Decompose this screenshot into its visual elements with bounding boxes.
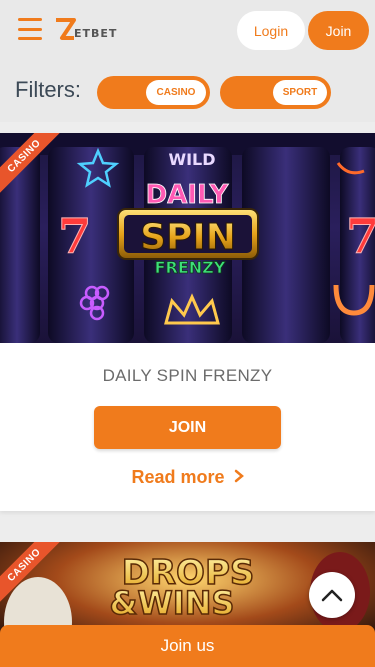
logo-z-icon <box>56 18 76 40</box>
join-us-bar-button[interactable]: Join us <box>0 625 375 667</box>
filter-casino-label: CASINO <box>146 80 206 105</box>
banner2-title-wins: &WINS <box>110 584 235 622</box>
promotion-card: 7 7 DAILY SPIN FRENZY WILD CASINO DAILY … <box>0 133 375 511</box>
slot-reels-illustration: 7 7 DAILY SPIN FRENZY WILD <box>0 133 375 343</box>
banner-title-daily: DAILY <box>146 180 230 210</box>
chevron-up-icon <box>321 589 343 602</box>
read-more-label: Read more <box>131 467 225 487</box>
logo-text: ETBET <box>74 26 118 40</box>
filters-label: Filters: <box>15 77 81 102</box>
svg-text:7: 7 <box>58 209 91 265</box>
login-button[interactable]: Login <box>237 11 305 50</box>
filter-sport-toggle[interactable]: SPORT <box>220 76 331 109</box>
filter-sport-label: SPORT <box>273 80 327 105</box>
banner-title-frenzy: FRENZY <box>155 258 226 277</box>
read-more-link[interactable]: Read more <box>0 467 375 488</box>
top-header: ETBET Login Join <box>0 0 375 62</box>
banner-title-spin: SPIN <box>140 217 236 258</box>
join-button[interactable]: Join <box>308 11 369 50</box>
site-logo[interactable]: ETBET <box>54 16 117 44</box>
scroll-to-top-button[interactable] <box>309 572 355 618</box>
filter-casino-toggle[interactable]: CASINO <box>97 76 210 109</box>
svg-text:7: 7 <box>346 209 375 265</box>
banner-wild-text: WILD <box>168 150 215 169</box>
chevron-right-icon <box>234 469 244 483</box>
hamburger-menu-icon[interactable] <box>18 18 42 40</box>
promotion-title: DAILY SPIN FRENZY <box>102 366 273 385</box>
promotion-banner-image[interactable]: 7 7 DAILY SPIN FRENZY WILD CASINO <box>0 133 375 343</box>
promotion-join-button[interactable]: JOIN <box>94 406 281 449</box>
filters-bar: Filters: CASINO SPORT <box>0 62 375 122</box>
